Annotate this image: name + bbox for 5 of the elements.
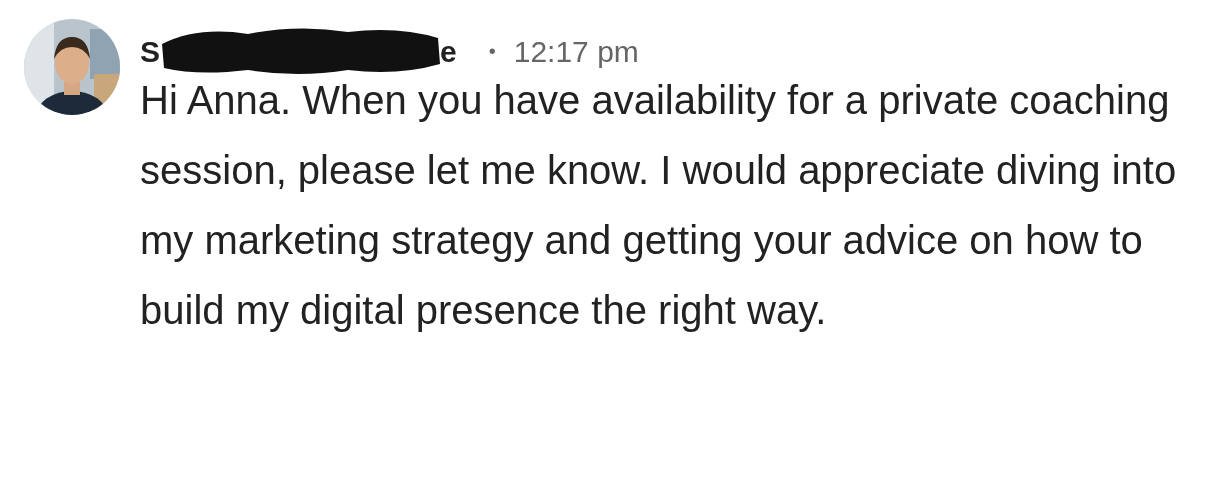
sender-name: S <box>140 33 160 70</box>
sender-name: e <box>440 33 457 70</box>
timestamp: 12:17 pm <box>513 33 639 70</box>
separator: • <box>488 39 496 64</box>
message-text: Hi Anna. When you have availability for a private coaching session, please let me know. I would appreciate diving into my marketing strategy and getting your advice on how to build my digital presence the right way. <box>140 77 1178 334</box>
